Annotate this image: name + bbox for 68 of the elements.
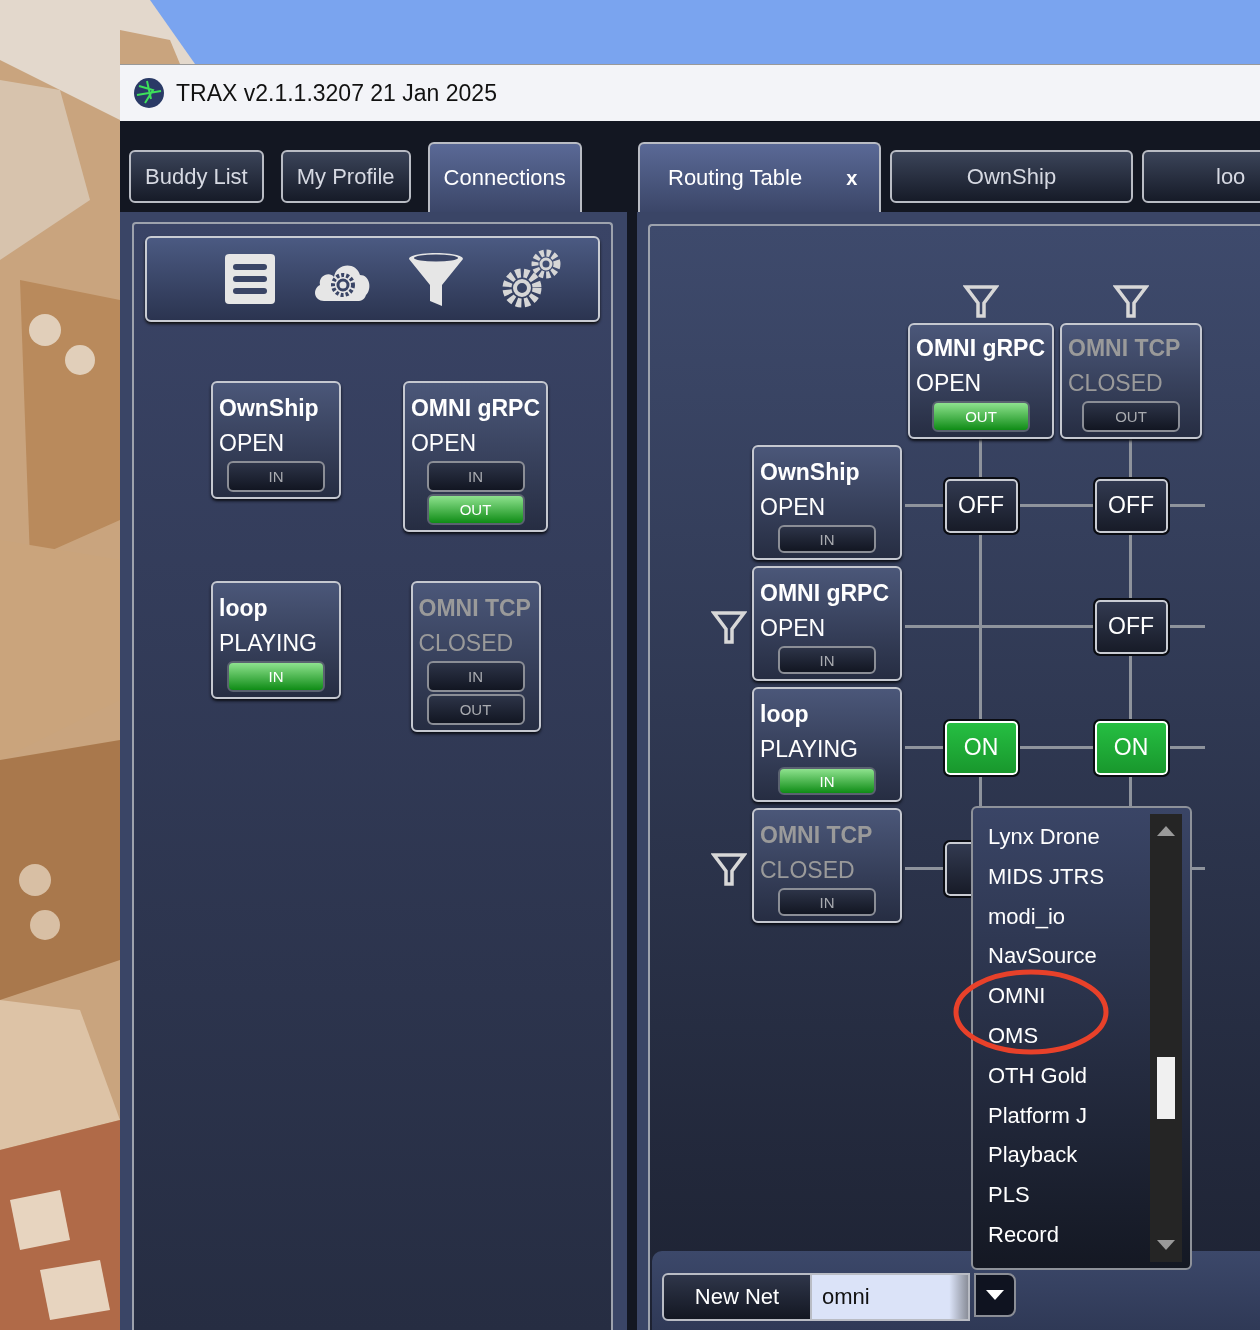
connection-name: OwnShip [219,394,319,423]
connection-status: PLAYING [760,735,858,764]
connection-card[interactable]: loop PLAYING IN [752,687,902,802]
list-icon[interactable] [224,253,276,305]
connection-status: OPEN [760,614,826,643]
connection-card[interactable]: loop PLAYING IN [211,581,341,699]
list-item[interactable]: NavSource [988,936,1150,977]
list-item[interactable]: OMS [988,1016,1150,1056]
list-item[interactable]: Playback [988,1135,1150,1176]
list-item[interactable]: Platform J [988,1095,1150,1136]
list-item[interactable]: PLS [988,1175,1150,1215]
filter-icon[interactable] [710,608,747,645]
connection-name: OMNI TCP [760,821,873,850]
tab[interactable]: Connections [427,142,582,212]
connection-status: CLOSED [1068,369,1163,398]
connection-card[interactable]: OMNI gRPC OPEN IN OUT [402,381,549,532]
connection-status: OPEN [916,369,982,398]
connection-status: OPEN [219,429,285,458]
connection-card[interactable]: OwnShip OPEN IN [211,381,341,499]
tab[interactable]: Buddy List [129,150,264,203]
new-net-button[interactable]: New Net [662,1273,812,1321]
list-item[interactable]: modi_io [988,896,1150,937]
filter-icon[interactable] [1113,282,1149,319]
connection-status: OPEN [410,429,477,458]
connection-name: loop [219,594,268,623]
connection-status: PLAYING [219,629,317,658]
window-title: TRAX v2.1.1.3207 21 Jan 2025 [176,79,497,107]
route-toggle[interactable]: OFF [1092,597,1170,656]
close-button[interactable]: x [846,166,858,190]
filter-icon[interactable] [710,850,747,887]
caret-icon [986,1290,1004,1300]
filter-icon[interactable] [963,282,999,319]
port-button[interactable]: IN [778,646,876,674]
connection-status: CLOSED [760,856,855,885]
scrollbar[interactable] [1150,814,1182,1262]
connection-status: CLOSED [418,629,514,658]
tab[interactable]: OwnShip [890,150,1133,203]
globe-icon [133,77,165,109]
scrollbar-thumb[interactable] [1157,1057,1175,1119]
route-toggle[interactable]: OFF [942,476,1020,535]
tab[interactable]: My Profile [280,150,411,203]
route-toggle[interactable]: OFF [1092,476,1170,535]
dropdown-button[interactable] [974,1273,1016,1317]
tab[interactable]: Routing Table x [638,142,881,212]
port-button[interactable]: IN [426,461,525,492]
tab[interactable]: loo [1142,150,1260,203]
connection-card[interactable]: OwnShip OPEN IN [752,445,902,560]
connection-status: OPEN [760,493,826,522]
scroll-up-icon[interactable] [1157,826,1175,836]
settings-icon[interactable] [500,248,562,310]
connection-name: loop [760,700,809,729]
filter-icon[interactable] [408,251,464,307]
list-item[interactable]: OMNI [988,976,1150,1016]
connection-name: OMNI gRPC [916,334,1046,363]
connection-name: OMNI gRPC [410,394,541,423]
connection-name: OMNI TCP [1068,334,1181,363]
connection-card[interactable]: OMNI gRPC OPEN IN [752,566,902,681]
list-item[interactable]: OTH Gold [988,1055,1150,1096]
port-button[interactable]: IN [778,525,876,553]
connection-name: OMNI gRPC [760,579,890,608]
list-item[interactable]: MIDS JTRS [988,856,1150,897]
connection-name: OMNI TCP [418,594,531,623]
list-item[interactable]: Record [988,1214,1150,1255]
connection-card[interactable]: OMNI gRPC OPEN OUT [908,323,1054,439]
list-item[interactable]: Lynx Drone [988,817,1150,857]
port-button[interactable]: IN [227,461,325,492]
connection-name: OwnShip [760,458,860,487]
net-name-field[interactable]: omni [812,1273,970,1321]
